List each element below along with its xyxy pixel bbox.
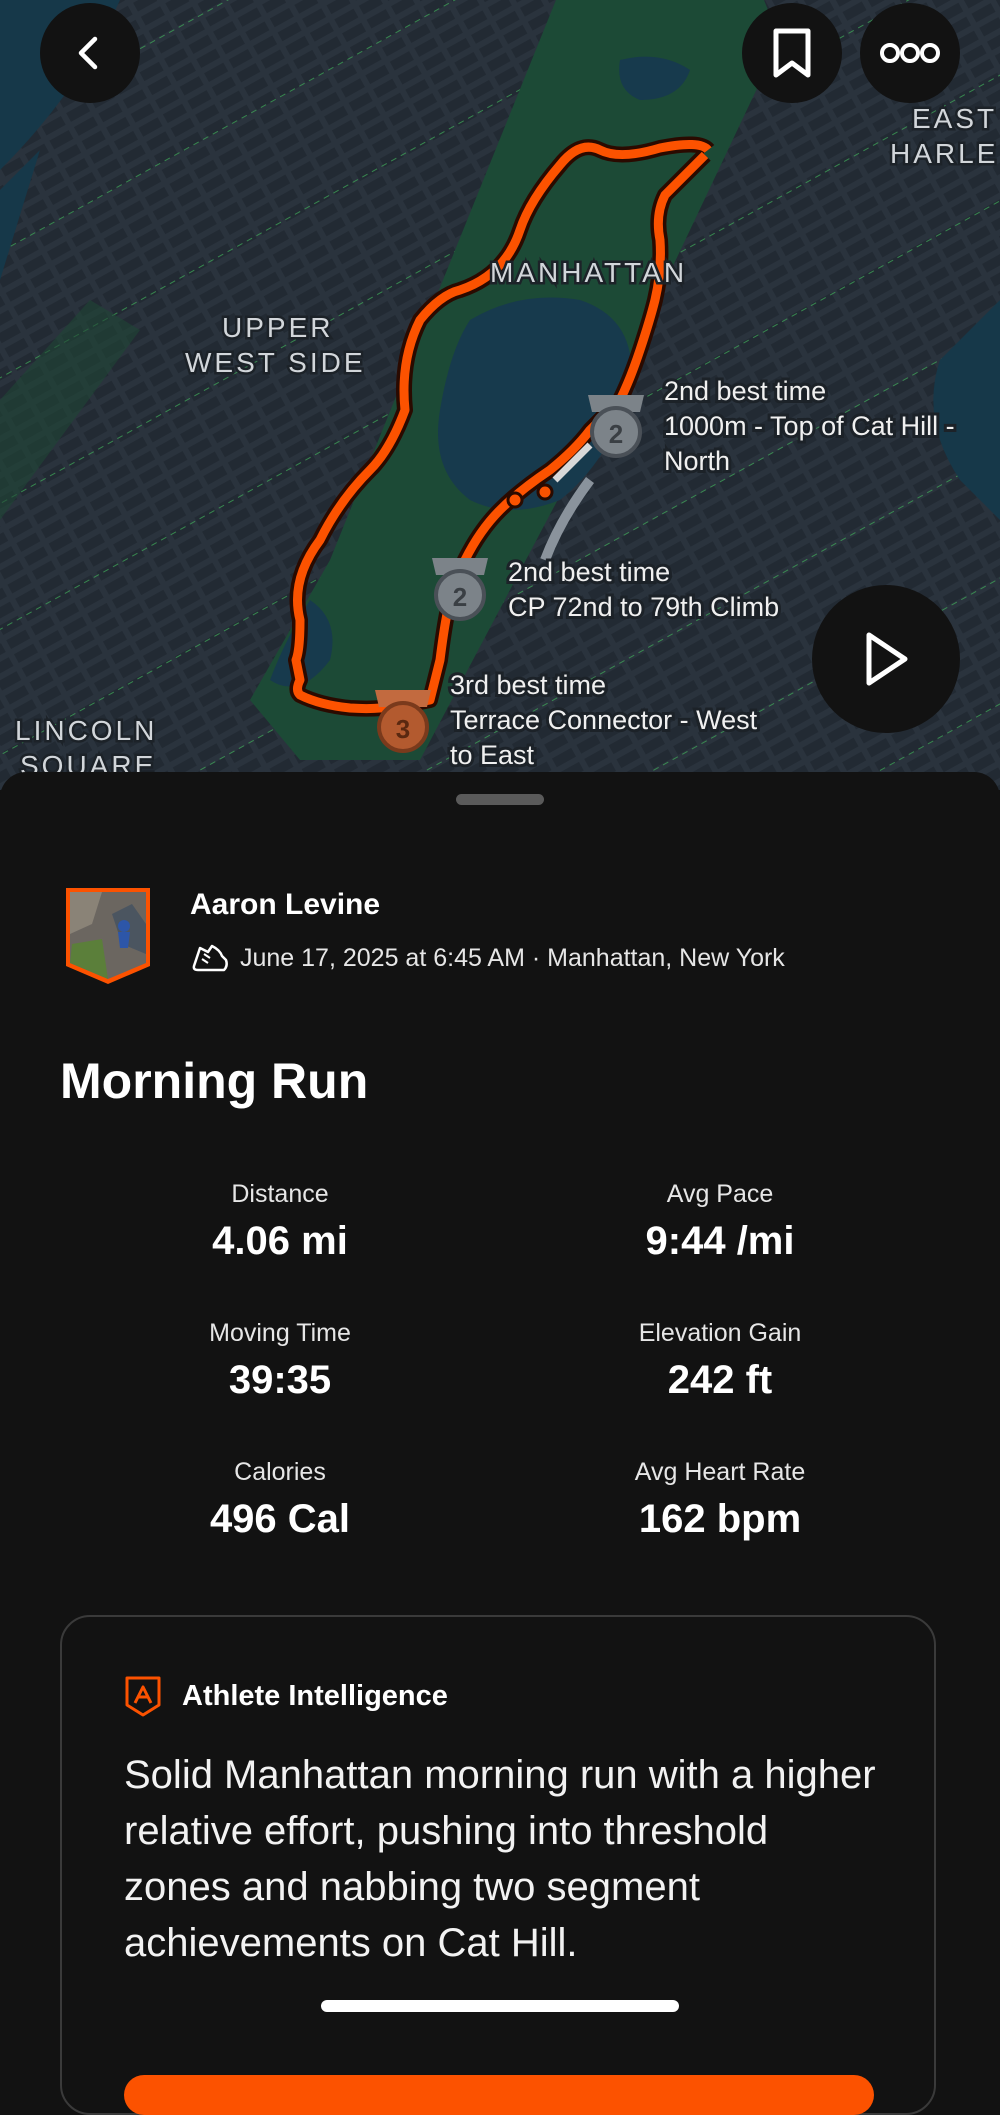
stat-value: 496 Cal xyxy=(209,1497,351,1541)
segment-medal-2[interactable]: 2 xyxy=(432,558,488,621)
label-upper-west-side: WEST SIDE xyxy=(185,347,366,378)
stat-value: 9:44 /mi xyxy=(645,1219,795,1263)
segment-label: 3rd best time xyxy=(450,670,606,700)
back-button[interactable] xyxy=(40,3,140,103)
athlete-intelligence-title: Athlete Intelligence xyxy=(182,1679,448,1712)
label-manhattan: MANHATTAN xyxy=(490,257,687,288)
athlete-intelligence-card[interactable]: Athlete Intelligence Solid Manhattan mor… xyxy=(60,1615,936,2115)
stat-label: Distance xyxy=(231,1180,329,1208)
svg-text:2: 2 xyxy=(453,582,467,612)
segment-label: North xyxy=(664,446,730,476)
segment-label: 1000m - Top of Cat Hill - xyxy=(664,411,955,441)
stat-label: Avg Pace xyxy=(666,1180,774,1208)
route-map[interactable]: MANHATTAN UPPER WEST SIDE LINCOLN SQUARE… xyxy=(0,0,1000,790)
activity-title: Morning Run xyxy=(60,1053,369,1109)
label-east-harlem: HARLE xyxy=(890,138,998,169)
stat-label: Moving Time xyxy=(209,1319,351,1347)
play-icon xyxy=(866,632,908,686)
athlete-intelligence-action[interactable] xyxy=(124,2075,874,2115)
stat-label: Elevation Gain xyxy=(638,1319,802,1347)
stat-distance: Distance 4.06 mi xyxy=(80,1180,480,1264)
segment-label: 2nd best time xyxy=(664,376,826,406)
stat-elevation-gain: Elevation Gain 242 ft xyxy=(520,1319,920,1403)
athlete-intelligence-icon xyxy=(125,1676,161,1717)
stat-label: Calories xyxy=(234,1458,326,1486)
segment-medal-1[interactable]: 2 xyxy=(588,395,644,458)
sheet-grabber[interactable] xyxy=(456,794,544,805)
stat-moving-time: Moving Time 39:35 xyxy=(80,1319,480,1403)
svg-text:3: 3 xyxy=(396,714,410,744)
avatar[interactable] xyxy=(62,884,154,986)
label-lincoln-square: LINCOLN xyxy=(15,715,157,746)
stat-value: 242 ft xyxy=(667,1358,773,1402)
segment-label: CP 72nd to 79th Climb xyxy=(508,592,779,622)
bookmark-icon xyxy=(773,28,811,78)
chevron-left-icon xyxy=(78,36,98,70)
athlete-intelligence-summary: Solid Manhattan morning run with a highe… xyxy=(124,1753,876,1965)
stat-avg-heart-rate: Avg Heart Rate 162 bpm xyxy=(520,1458,920,1542)
label-upper-west-side: UPPER xyxy=(222,312,333,343)
svg-text:2: 2 xyxy=(609,419,623,449)
more-icon xyxy=(880,43,940,63)
home-indicator[interactable] xyxy=(321,2000,679,2012)
segment-label: Terrace Connector - West xyxy=(450,705,758,735)
segment-label: 2nd best time xyxy=(508,557,670,587)
activity-meta: June 17, 2025 at 6:45 AM · Manhattan, Ne… xyxy=(190,940,785,976)
activity-date-location: June 17, 2025 at 6:45 AM · Manhattan, Ne… xyxy=(240,943,785,972)
label-east-harlem: EAST xyxy=(912,103,997,134)
athlete-name[interactable]: Aaron Levine xyxy=(190,888,380,922)
athlete-intelligence-header: Athlete Intelligence xyxy=(124,1675,448,1717)
stat-value: 39:35 xyxy=(228,1358,332,1402)
stat-value: 162 bpm xyxy=(638,1497,802,1541)
stat-label: Avg Heart Rate xyxy=(634,1458,806,1486)
route-marker xyxy=(536,483,554,501)
segment-label: to East xyxy=(450,740,535,770)
bookmark-button[interactable] xyxy=(742,3,842,103)
stat-value: 4.06 mi xyxy=(212,1219,348,1263)
more-button[interactable] xyxy=(860,3,960,103)
shoe-icon xyxy=(192,944,228,972)
stat-avg-pace: Avg Pace 9:44 /mi xyxy=(520,1180,920,1264)
route-marker xyxy=(506,491,524,509)
stat-calories: Calories 496 Cal xyxy=(80,1458,480,1542)
play-flyover-button[interactable] xyxy=(812,585,960,733)
segment-medal-3[interactable]: 3 xyxy=(375,690,431,753)
activity-sheet: Aaron Levine June 17, 2025 at 6:45 AM · … xyxy=(0,772,1000,2115)
